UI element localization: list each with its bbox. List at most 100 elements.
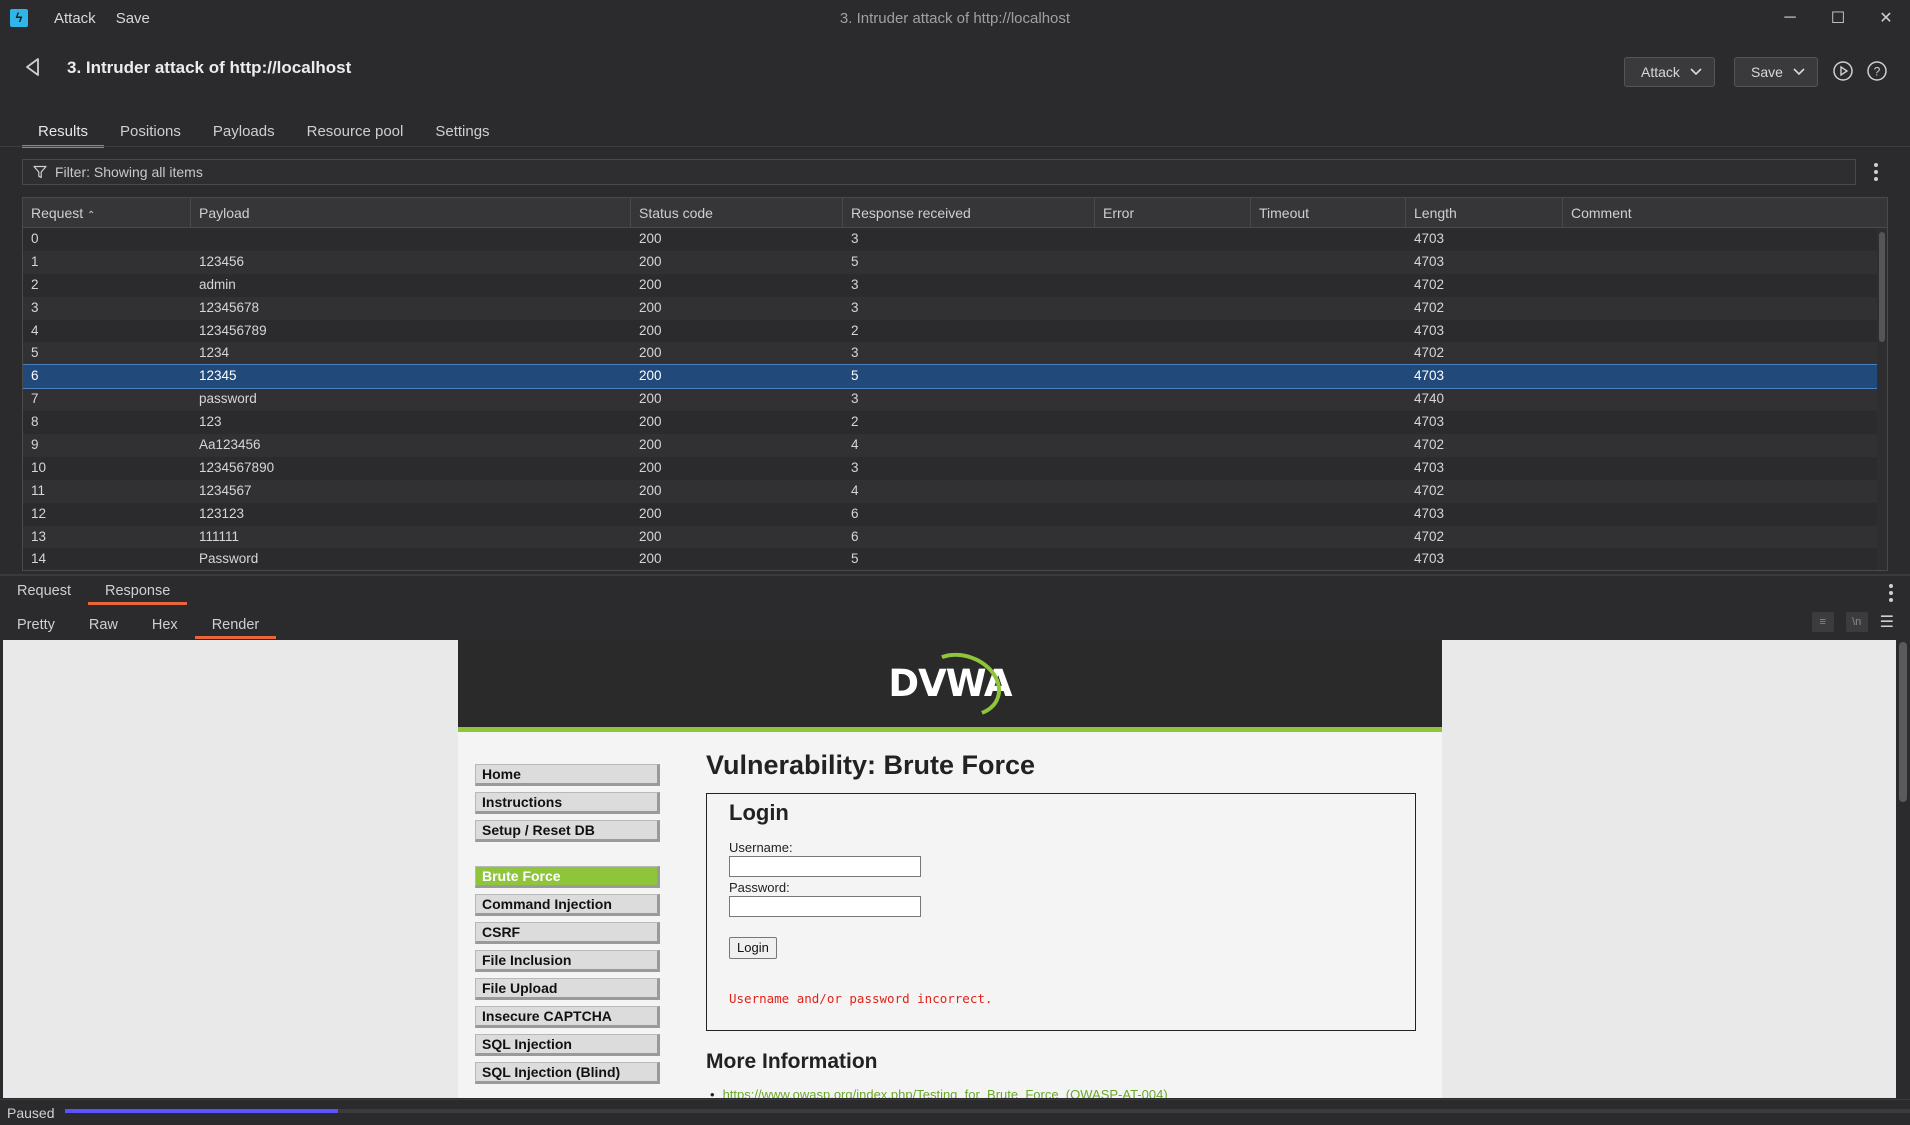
table-row[interactable]: 9 Aa123456 200 4 4702	[23, 434, 1887, 457]
table-row[interactable]: 13 111111 200 6 4702	[23, 525, 1887, 549]
back-icon[interactable]	[22, 56, 44, 78]
table-row[interactable]: 2 admin 200 3 4702	[23, 273, 1887, 297]
tab-positions[interactable]: Positions	[104, 120, 197, 148]
nav-item-sql-injection[interactable]: SQL Injection	[475, 1034, 660, 1056]
cell-payload	[191, 228, 631, 251]
column-payload[interactable]: Payload	[191, 198, 631, 228]
table-row[interactable]: 3 12345678 200 3 4702	[23, 296, 1887, 320]
help-icon[interactable]: ?	[1866, 60, 1888, 82]
nav-item-insecure-captcha[interactable]: Insecure CAPTCHA	[475, 1006, 660, 1028]
table-row[interactable]: 14 Password 200 5 4703	[23, 548, 1887, 570]
newline-icon[interactable]: \n	[1845, 612, 1868, 632]
cell-comment	[1563, 548, 1875, 570]
render-scrollbar-thumb[interactable]	[1899, 642, 1907, 802]
filter-bar[interactable]: Filter: Showing all items	[22, 159, 1856, 185]
nav-item-home[interactable]: Home	[475, 764, 660, 786]
column-response-received[interactable]: Response received	[843, 198, 1095, 228]
menu-save[interactable]: Save	[116, 10, 150, 27]
column-length[interactable]: Length	[1406, 198, 1563, 228]
nav-item-file-inclusion[interactable]: File Inclusion	[475, 950, 660, 972]
maximize-icon[interactable]: ☐	[1814, 0, 1862, 36]
cell-comment	[1563, 480, 1875, 503]
column-comment[interactable]: Comment	[1563, 198, 1875, 228]
username-field[interactable]	[729, 856, 921, 877]
cell-response-received: 4	[851, 437, 859, 453]
table-row[interactable]: 8 123 200 2 4703	[23, 411, 1887, 435]
login-button[interactable]: Login	[729, 937, 777, 959]
table-scrollbar[interactable]	[1877, 228, 1887, 570]
dvwa-nav: Home Instructions Setup / Reset DB Brute F…	[475, 764, 660, 1090]
cell-response-received: 2	[851, 414, 859, 430]
cell-request: 5	[31, 345, 39, 361]
word-wrap-icon[interactable]: ≡	[1811, 612, 1834, 632]
column-status-code[interactable]: Status code	[631, 198, 843, 228]
render-scrollbar[interactable]	[1896, 640, 1910, 1098]
password-field[interactable]	[729, 896, 921, 917]
password-label: Password:	[729, 880, 790, 895]
cell-payload: 111111	[199, 528, 240, 544]
tab-hex[interactable]: Hex	[135, 614, 195, 639]
cell-request: 2	[31, 276, 39, 292]
cell-comment	[1563, 297, 1875, 320]
filter-text: Filter: Showing all items	[55, 164, 203, 180]
panel-splitter[interactable]	[0, 574, 1910, 576]
attack-button[interactable]: Attack	[1624, 57, 1715, 87]
cell-length: 4703	[1414, 253, 1445, 269]
table-row[interactable]: 12 123123 200 6 4703	[23, 502, 1887, 526]
tab-render[interactable]: Render	[194, 614, 277, 639]
nav-item-command-injection[interactable]: Command Injection	[475, 894, 660, 916]
table-row[interactable]: 0 200 3 4703	[23, 228, 1887, 251]
cell-error	[1095, 274, 1251, 297]
column-error[interactable]: Error	[1095, 198, 1251, 228]
close-icon[interactable]: ✕	[1862, 0, 1910, 36]
cell-length: 4703	[1414, 322, 1445, 338]
cell-timeout	[1251, 388, 1406, 411]
tab-results[interactable]: Results	[22, 120, 105, 148]
tab-raw[interactable]: Raw	[72, 614, 135, 639]
table-options-icon[interactable]	[1867, 161, 1885, 183]
tab-pretty[interactable]: Pretty	[0, 614, 72, 639]
cell-request: 12	[31, 505, 47, 521]
cell-error	[1095, 342, 1251, 365]
nav-item-sql-injection-blind[interactable]: SQL Injection (Blind)	[475, 1062, 660, 1084]
menu-attack[interactable]: Attack	[54, 10, 96, 27]
cell-comment	[1563, 503, 1875, 526]
save-button[interactable]: Save	[1734, 57, 1818, 87]
table-row[interactable]: 5 1234 200 3 4702	[23, 342, 1887, 366]
table-row[interactable]: 4 123456789 200 2 4703	[23, 319, 1887, 343]
nav-item-file-upload[interactable]: File Upload	[475, 978, 660, 1000]
table-row[interactable]: 6 12345 200 5 4703	[23, 364, 1887, 390]
nav-item-brute-force[interactable]: Brute Force	[475, 866, 660, 888]
more-info-link[interactable]: • https://www.owasp.org/index.php/Testing…	[710, 1087, 1168, 1098]
nav-item-setup-reset-db[interactable]: Setup / Reset DB	[475, 820, 660, 842]
column-timeout[interactable]: Timeout	[1251, 198, 1406, 228]
column-request[interactable]: Request ⌃	[23, 198, 191, 228]
tab-request[interactable]: Request	[0, 580, 88, 605]
tab-payloads[interactable]: Payloads	[197, 120, 291, 148]
message-options-icon[interactable]	[1882, 582, 1900, 604]
nav-item-csrf[interactable]: CSRF	[475, 922, 660, 944]
table-row[interactable]: 10 1234567890 200 3 4703	[23, 456, 1887, 480]
tab-settings[interactable]: Settings	[419, 120, 505, 148]
tab-response[interactable]: Response	[88, 580, 188, 605]
cell-request: 8	[31, 414, 39, 430]
burp-logo-icon: ϟ	[10, 9, 28, 27]
burp-intruder-window: ϟ Attack Save 3. Intruder attack of http…	[0, 0, 1910, 1125]
minimize-icon[interactable]: ─	[1766, 0, 1814, 36]
tab-resource-pool[interactable]: Resource pool	[291, 120, 420, 148]
attack-tabs: Results Positions Payloads Resource pool…	[22, 120, 506, 148]
table-row[interactable]: 1 123456 200 5 4703	[23, 250, 1887, 274]
cell-error	[1095, 320, 1251, 343]
svg-text:?: ?	[1874, 65, 1881, 79]
play-icon[interactable]	[1832, 60, 1854, 82]
table-row[interactable]: 7 password 200 3 4740	[23, 388, 1887, 412]
menu-icon[interactable]: ☰	[1880, 612, 1894, 632]
chevron-down-icon	[1690, 68, 1702, 76]
view-tools: ≡ \n ☰	[1811, 612, 1894, 632]
table-row[interactable]: 11 1234567 200 4 4702	[23, 479, 1887, 503]
nav-item-instructions[interactable]: Instructions	[475, 792, 660, 814]
cell-response-received: 3	[851, 276, 859, 292]
cell-request: 6	[31, 368, 39, 384]
table-scrollbar-thumb[interactable]	[1879, 232, 1885, 342]
cell-payload: 123	[199, 414, 222, 430]
